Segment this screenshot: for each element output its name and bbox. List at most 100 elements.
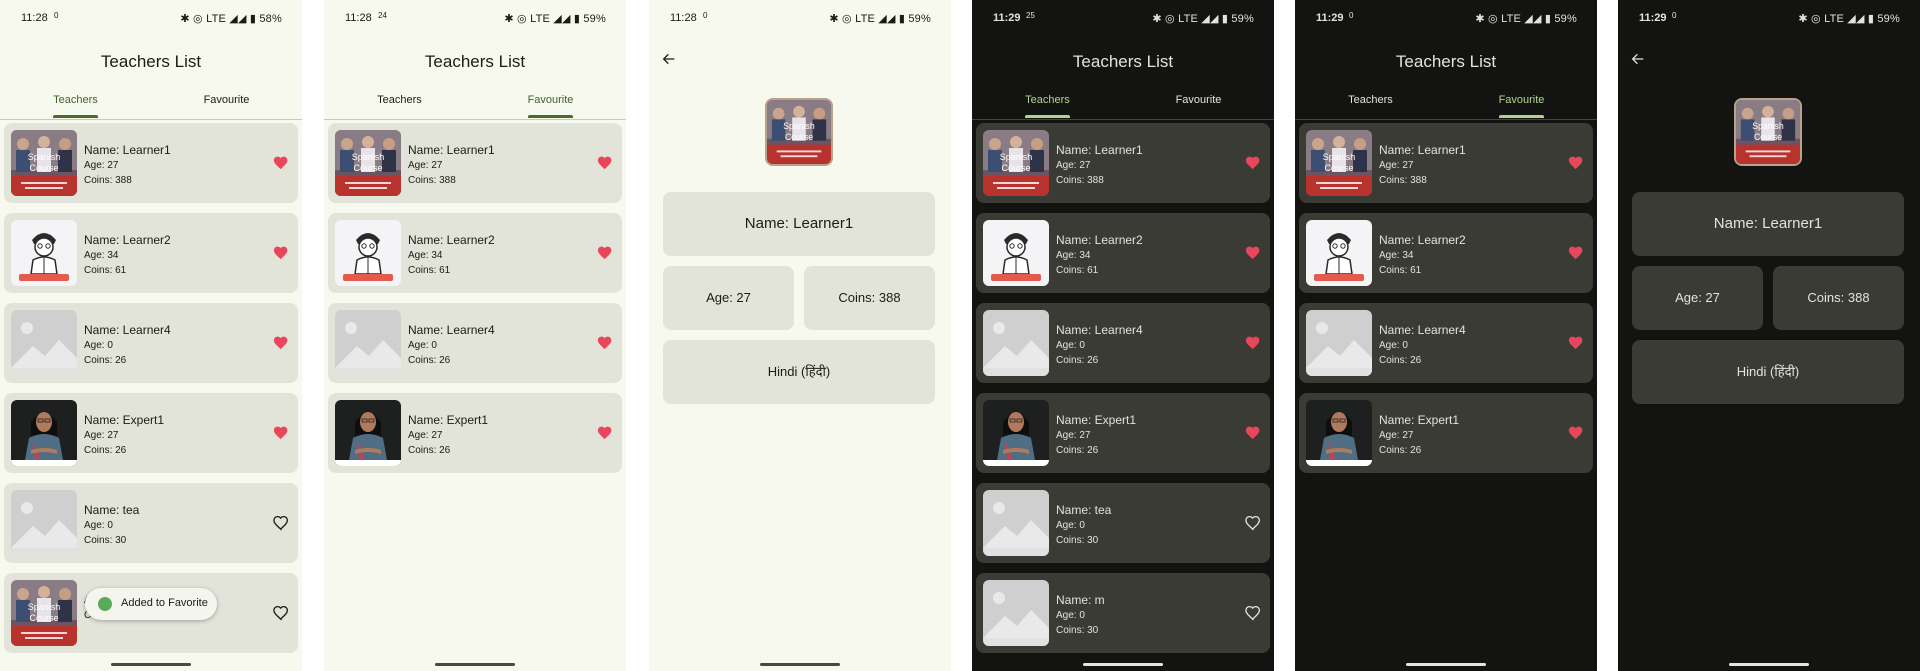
teacher-thumbnail: Spanish Course bbox=[335, 130, 401, 196]
teacher-name: Name: Learner4 bbox=[1056, 323, 1143, 337]
teacher-coins: Coins: 26 bbox=[1379, 445, 1422, 456]
tab-teachers-label: Teachers bbox=[53, 94, 98, 118]
heart-filled-icon[interactable] bbox=[272, 244, 290, 262]
teacher-coins: Coins: 26 bbox=[84, 445, 127, 456]
heart-filled-icon[interactable] bbox=[1244, 424, 1262, 442]
heart-outline-icon[interactable] bbox=[1244, 604, 1262, 622]
teacher-card[interactable]: Name: tea Age: 0 Coins: 30 bbox=[976, 483, 1270, 563]
teacher-thumbnail bbox=[335, 400, 401, 466]
heart-filled-icon[interactable] bbox=[1244, 154, 1262, 172]
heart-filled-icon[interactable] bbox=[272, 154, 290, 172]
tab-teachers[interactable]: Teachers bbox=[324, 94, 475, 106]
teacher-card[interactable]: Name: m Age: 0 Coins: 30 bbox=[976, 573, 1270, 653]
teacher-thumbnail bbox=[11, 400, 77, 466]
teacher-card[interactable]: Spanish Course Name: Learner1 Age: 27 Co… bbox=[1299, 123, 1593, 203]
teacher-card[interactable]: Spanish Course Name: Learner1 Age: 27 Co… bbox=[976, 123, 1270, 203]
heart-filled-icon[interactable] bbox=[1567, 244, 1585, 262]
tab-teachers[interactable]: Teachers bbox=[0, 94, 151, 118]
teacher-name: Name: Learner1 bbox=[84, 143, 171, 157]
tab-favourite-label: Favourite bbox=[1175, 94, 1222, 106]
gesture-nav-bar[interactable] bbox=[1406, 663, 1486, 666]
teacher-card[interactable]: Name: Learner2 Age: 34 Coins: 61 bbox=[328, 213, 622, 293]
heart-filled-icon[interactable] bbox=[1567, 334, 1585, 352]
tab-teachers[interactable]: Teachers bbox=[972, 94, 1123, 118]
teacher-info: Name: Learner4 Age: 0 Coins: 26 bbox=[1056, 323, 1143, 368]
heart-filled-icon[interactable] bbox=[1567, 424, 1585, 442]
teacher-info: Name: Learner4 Age: 0 Coins: 26 bbox=[408, 323, 495, 368]
teacher-coins: Coins: 30 bbox=[1056, 625, 1099, 636]
back-arrow-icon[interactable] bbox=[1630, 51, 1650, 67]
teacher-age: Age: 0 bbox=[1056, 340, 1085, 351]
heart-filled-icon[interactable] bbox=[272, 334, 290, 352]
status-icons: ✱ ◎ LTE ◢◢ ▮ 59% bbox=[829, 13, 931, 25]
tab-favourite[interactable]: Favourite bbox=[1123, 94, 1274, 106]
heart-outline-icon[interactable] bbox=[1244, 514, 1262, 532]
tab-teachers[interactable]: Teachers bbox=[1295, 94, 1446, 106]
page-title: Teachers List bbox=[100, 52, 202, 71]
teacher-thumbnail bbox=[11, 490, 77, 556]
heart-filled-icon[interactable] bbox=[1567, 154, 1585, 172]
teacher-card[interactable]: Name: Expert1 Age: 27 Coins: 26 bbox=[4, 393, 298, 473]
teacher-info: Name: Learner2 Age: 34 Coins: 61 bbox=[1379, 233, 1466, 278]
heart-outline-icon[interactable] bbox=[272, 604, 290, 622]
teacher-coins: Coins: 26 bbox=[1056, 445, 1099, 456]
gesture-nav-bar[interactable] bbox=[1729, 663, 1809, 666]
teacher-name: Name: Learner2 bbox=[408, 233, 495, 247]
status-data-speed: 24 bbox=[378, 11, 387, 20]
teacher-name: Name: Learner1 bbox=[1056, 143, 1143, 157]
back-arrow-icon[interactable] bbox=[661, 51, 681, 67]
heart-filled-icon[interactable] bbox=[596, 424, 614, 442]
detail-language: Hindi (हिंदी) bbox=[1632, 340, 1904, 404]
teacher-card[interactable]: Name: Expert1 Age: 27 Coins: 26 bbox=[1299, 393, 1593, 473]
teacher-card[interactable]: Name: Learner4 Age: 0 Coins: 26 bbox=[328, 303, 622, 383]
tab-favourite-label: Favourite bbox=[203, 94, 250, 106]
teacher-card[interactable]: Name: Learner4 Age: 0 Coins: 26 bbox=[976, 303, 1270, 383]
heart-filled-icon[interactable] bbox=[272, 424, 290, 442]
teacher-age: Age: 27 bbox=[1379, 160, 1414, 171]
teacher-name: Name: Learner4 bbox=[1379, 323, 1466, 337]
status-time: 11:29 bbox=[993, 12, 1021, 24]
heart-filled-icon[interactable] bbox=[1244, 244, 1262, 262]
heart-filled-icon[interactable] bbox=[596, 334, 614, 352]
status-time: 11:28 bbox=[345, 12, 372, 24]
detail-language: Hindi (हिंदी) bbox=[663, 340, 935, 404]
heart-filled-icon[interactable] bbox=[596, 244, 614, 262]
teacher-card[interactable]: Name: Learner2 Age: 34 Coins: 61 bbox=[1299, 213, 1593, 293]
teacher-card[interactable]: Spanish Course Name: Learner1 Age: 27 Co… bbox=[328, 123, 622, 203]
teacher-age: Age: 27 bbox=[1379, 430, 1414, 441]
teacher-card[interactable]: Name: Learner2 Age: 34 Coins: 61 bbox=[4, 213, 298, 293]
course-text-1: Spanish bbox=[1000, 152, 1033, 162]
gesture-nav-bar[interactable] bbox=[435, 663, 515, 666]
tab-favourite[interactable]: Favourite bbox=[475, 94, 626, 118]
teacher-info: Name: Expert1 Age: 27 Coins: 26 bbox=[408, 413, 488, 458]
gesture-nav-bar[interactable] bbox=[111, 663, 191, 666]
teacher-name: Name: Expert1 bbox=[1379, 413, 1460, 427]
heart-outline-icon[interactable] bbox=[272, 514, 290, 532]
teacher-card[interactable]: Name: Learner4 Age: 0 Coins: 26 bbox=[4, 303, 298, 383]
teacher-card[interactable]: Name: tea Age: 0 Coins: 30 bbox=[4, 483, 298, 563]
teacher-card[interactable]: Spanish Course Name: Learner1 Age: 27 Co… bbox=[4, 123, 298, 203]
teacher-card[interactable]: Name: Expert1 Age: 27 Coins: 26 bbox=[976, 393, 1270, 473]
gesture-nav-bar[interactable] bbox=[1083, 663, 1163, 666]
teacher-age: Age: 27 bbox=[408, 430, 443, 441]
teacher-name: Name: Expert1 bbox=[1056, 413, 1137, 427]
toast-text: Added to Favorite bbox=[121, 597, 208, 609]
tab-favourite[interactable]: Favourite bbox=[1446, 94, 1597, 118]
heart-filled-icon[interactable] bbox=[1244, 334, 1262, 352]
status-bar: 11:28 0 ✱ ◎ LTE ◢◢ ▮ 59% bbox=[649, 12, 951, 26]
teacher-card[interactable]: Name: Learner2 Age: 34 Coins: 61 bbox=[976, 213, 1270, 293]
status-data-speed: 0 bbox=[1672, 11, 1677, 20]
teacher-name: Name: Expert1 bbox=[408, 413, 489, 427]
teacher-age: Age: 0 bbox=[84, 520, 113, 531]
phone-screen-5: 11:29 0 ✱ ◎ LTE ◢◢ ▮ 59% Teachers List T… bbox=[1295, 0, 1597, 671]
course-text-2: Course bbox=[1754, 132, 1782, 142]
tab-bar: Teachers Favourite bbox=[0, 94, 302, 120]
teacher-name: Name: Learner2 bbox=[1056, 233, 1143, 247]
teacher-name: Name: m bbox=[1056, 593, 1105, 607]
status-bar: 11:29 25 ✱ ◎ LTE ◢◢ ▮ 59% bbox=[972, 12, 1274, 26]
tab-favourite[interactable]: Favourite bbox=[151, 94, 302, 106]
teacher-card[interactable]: Name: Expert1 Age: 27 Coins: 26 bbox=[328, 393, 622, 473]
teacher-card[interactable]: Name: Learner4 Age: 0 Coins: 26 bbox=[1299, 303, 1593, 383]
heart-filled-icon[interactable] bbox=[596, 154, 614, 172]
gesture-nav-bar[interactable] bbox=[760, 663, 840, 666]
